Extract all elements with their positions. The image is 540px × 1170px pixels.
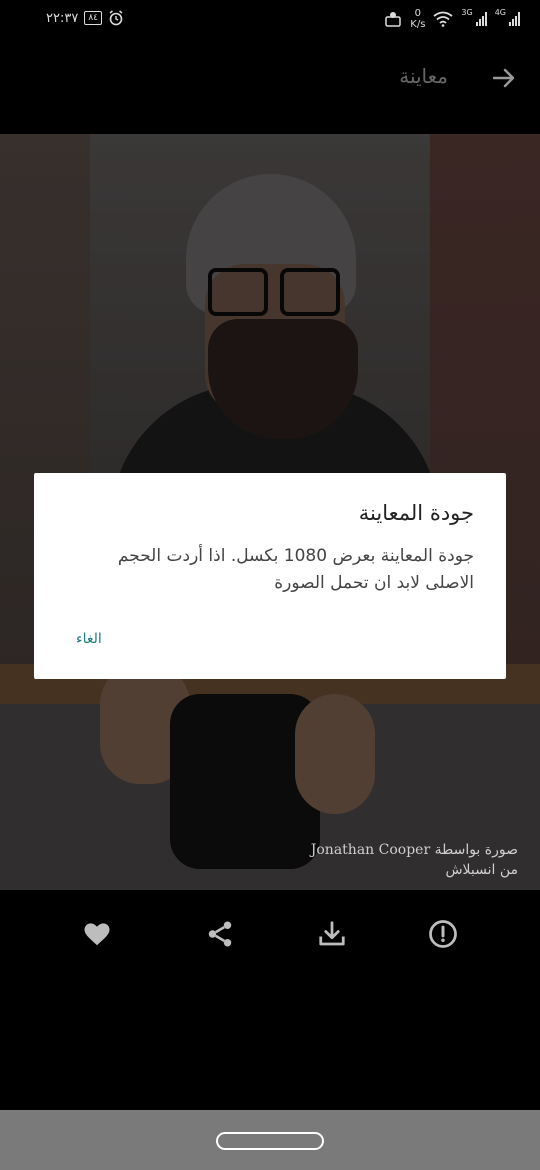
heart-icon[interactable] [82,919,112,949]
speed-unit: K/s [410,19,426,30]
wifi-icon [433,11,453,27]
alarm-icon [109,10,123,26]
cancel-button[interactable]: الغاء [76,631,102,647]
signal-icon [509,12,520,26]
photo-credit-prefix: صورة بواسطة [434,842,518,858]
dialog-title: جودة المعاينة [358,501,474,525]
speed-value: 0 [414,8,422,19]
status-right: 0 K/s 3G 4G [384,8,520,30]
network-type-2: 4G [494,8,506,17]
status-bar: ٢٢:٣٧ ٨٤ 0 K/s 3G 4G [0,0,540,44]
action-bar [0,905,540,965]
page-title: معاينة [399,64,448,88]
photo-credit-line: صورة بواسطة Jonathan Cooper [311,840,518,860]
home-gesture-handle[interactable] [216,1132,324,1150]
photo-credit-author[interactable]: Jonathan Cooper [311,842,430,858]
notification-icon [385,12,402,27]
signal-icon [475,12,487,26]
info-icon[interactable] [428,919,458,949]
app-bar: معاينة [0,44,540,134]
status-left: ٢٢:٣٧ ٨٤ [46,10,124,26]
dialog-message: جودة المعاينة بعرض 1080 بكسل. اذا أردت ا… [117,546,474,593]
arrow-right-icon[interactable] [490,64,518,92]
system-navigation-bar [0,1110,540,1170]
clock: ٢٢:٣٧ [46,10,79,26]
photo-credit-source[interactable]: من انسبلاش [311,860,518,880]
photo-credit: صورة بواسطة Jonathan Cooper من انسبلاش [311,840,518,880]
download-icon[interactable] [317,919,347,949]
preview-quality-dialog: جودة المعاينة جودة المعاينة بعرض 1080 بك… [34,473,506,679]
share-icon[interactable] [205,919,235,949]
battery-indicator: ٨٤ [84,11,102,25]
network-type-1: 3G [461,8,473,17]
network-speed: 0 K/s [410,8,425,30]
